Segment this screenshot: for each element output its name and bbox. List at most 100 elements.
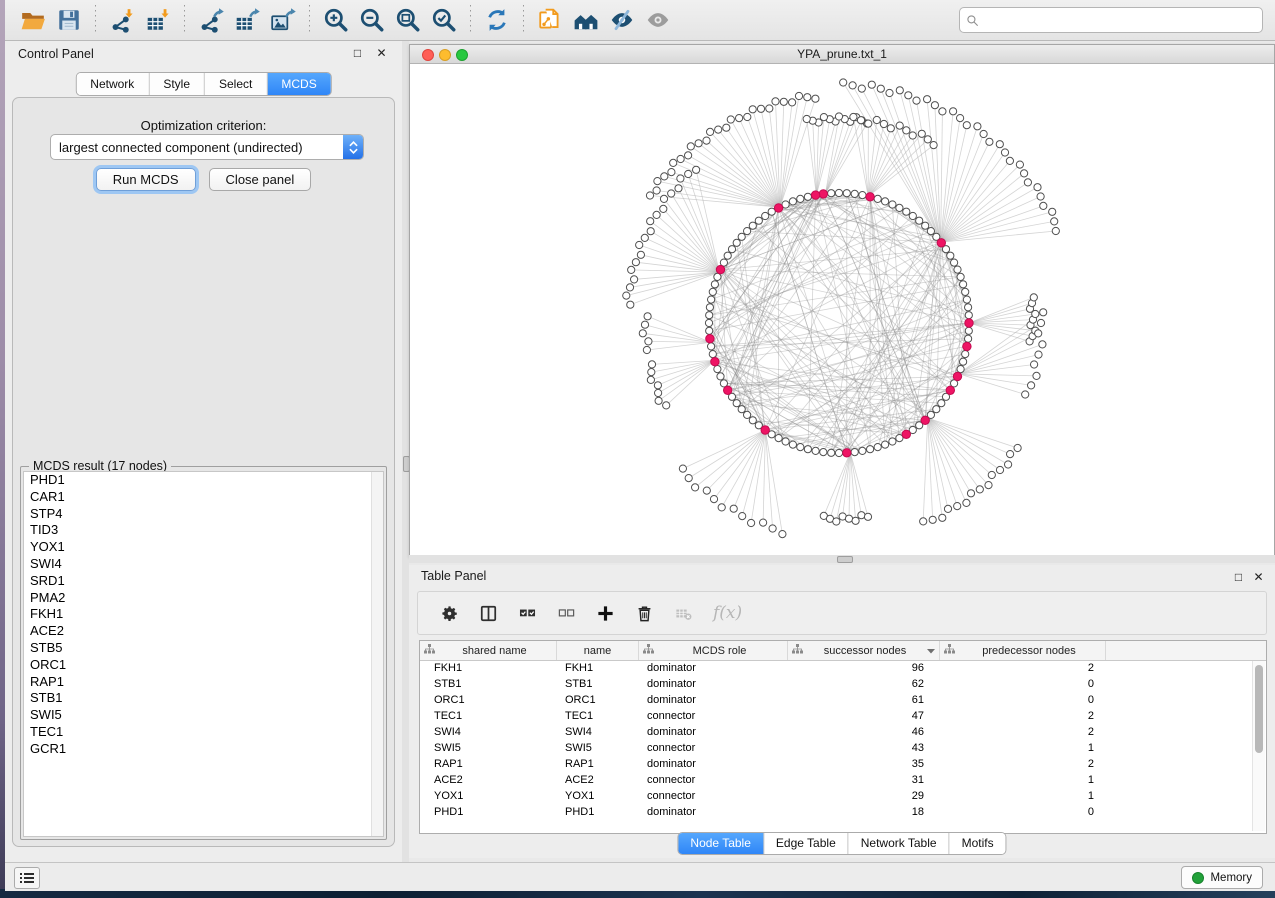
zoom-fit-button[interactable] (390, 4, 426, 36)
mcds-result-item[interactable]: FKH1 (24, 606, 383, 623)
tab-edge-table[interactable]: Edge Table (764, 833, 849, 854)
network-titlebar[interactable]: YPA_prune.txt_1 (410, 45, 1274, 64)
zoom-in-button[interactable] (318, 4, 354, 36)
close-panel-icon[interactable]: ✕ (375, 47, 388, 60)
cell-name: YOX1 (557, 789, 639, 805)
table-row[interactable]: STB1STB1dominator620 (420, 677, 1266, 693)
mcds-result-item[interactable]: SRD1 (24, 573, 383, 590)
cell-shared-name: FKH1 (420, 661, 557, 677)
column-label: successor nodes (805, 645, 925, 657)
table-scrollbar[interactable] (1252, 661, 1265, 831)
table-row[interactable]: ACE2ACE2connector311 (420, 773, 1266, 789)
tab-network[interactable]: Network (76, 73, 149, 95)
close-panel-button[interactable]: Close panel (209, 168, 312, 191)
column-header-MCDS-role[interactable]: MCDS role (639, 641, 788, 660)
table-row[interactable]: FKH1FKH1dominator962 (420, 661, 1266, 677)
cell-predecessor-nodes: 2 (940, 757, 1106, 773)
cell-successor-nodes: 46 (788, 725, 940, 741)
scrollbar-thumb[interactable] (1255, 665, 1263, 753)
column-header-name[interactable]: name (557, 641, 639, 660)
mcds-result-item[interactable]: TID3 (24, 522, 383, 539)
table-row[interactable]: ORC1ORC1dominator610 (420, 693, 1266, 709)
zoom-out-icon (359, 7, 385, 33)
zoom-selected-button[interactable] (426, 4, 462, 36)
cell-shared-name: ORC1 (420, 693, 557, 709)
close-panel-icon[interactable]: ✕ (1252, 571, 1265, 584)
mcds-result-item[interactable]: GCR1 (24, 741, 383, 758)
mcds-result-item[interactable]: STB1 (24, 690, 383, 707)
mcds-result-item[interactable]: ORC1 (24, 657, 383, 674)
float-panel-icon[interactable]: □ (1232, 571, 1245, 584)
delete-button[interactable] (635, 604, 654, 623)
cell-name: TEC1 (557, 709, 639, 725)
status-bar: Memory (5, 862, 1275, 891)
horizontal-splitter[interactable] (409, 555, 1275, 563)
tab-mcds[interactable]: MCDS (267, 73, 330, 95)
tab-select[interactable]: Select (205, 73, 267, 95)
export-image-button[interactable] (265, 4, 301, 36)
table-row[interactable]: TEC1TEC1connector472 (420, 709, 1266, 725)
cell-name: SWI5 (557, 741, 639, 757)
column-label: shared name (437, 645, 552, 657)
column-header-shared-name[interactable]: shared name (420, 641, 557, 660)
mcds-result-item[interactable]: STB5 (24, 640, 383, 657)
gear-button[interactable] (440, 604, 459, 623)
vertical-splitter[interactable] (402, 41, 409, 862)
mcds-result-item[interactable]: ACE2 (24, 623, 383, 640)
column-header-predecessor-nodes[interactable]: predecessor nodes (940, 641, 1106, 660)
result-scrollbar[interactable] (371, 472, 383, 836)
show-hidden-button[interactable] (640, 4, 676, 36)
float-panel-icon[interactable]: □ (351, 47, 364, 60)
export-table-button[interactable] (229, 4, 265, 36)
mcds-result-list[interactable]: PHD1CAR1STP4TID3YOX1SWI4SRD1PMA2FKH1ACE2… (23, 471, 384, 837)
tab-node-table[interactable]: Node Table (678, 833, 764, 854)
clone-network-button[interactable] (532, 4, 568, 36)
cell-MCDS-role: dominator (639, 677, 788, 693)
export-network-button[interactable] (193, 4, 229, 36)
network-canvas[interactable] (410, 64, 1274, 555)
table-row[interactable]: RAP1RAP1dominator352 (420, 757, 1266, 773)
tab-network-table[interactable]: Network Table (849, 833, 950, 854)
hide-selected-button[interactable] (604, 4, 640, 36)
deselect-all-button[interactable] (557, 604, 576, 623)
run-mcds-button[interactable]: Run MCDS (96, 168, 196, 191)
cell-name: PHD1 (557, 805, 639, 821)
select-all-button[interactable] (518, 604, 537, 623)
search-input[interactable] (984, 12, 1256, 28)
mcds-result-item[interactable]: SWI5 (24, 707, 383, 724)
mcds-result-item[interactable]: YOX1 (24, 539, 383, 556)
table-row[interactable]: YOX1YOX1connector291 (420, 789, 1266, 805)
memory-button[interactable]: Memory (1181, 866, 1263, 889)
zoom-out-button[interactable] (354, 4, 390, 36)
first-neighbors-button[interactable] (568, 4, 604, 36)
mcds-result-item[interactable]: PMA2 (24, 590, 383, 607)
search-box[interactable] (959, 7, 1263, 33)
cell-predecessor-nodes: 0 (940, 677, 1106, 693)
import-network-button[interactable] (104, 4, 140, 36)
table-row[interactable]: PHD1PHD1dominator180 (420, 805, 1266, 821)
splitter-grip[interactable] (837, 556, 853, 563)
column-header-successor-nodes[interactable]: successor nodes (788, 641, 940, 660)
mcds-result-item[interactable]: TEC1 (24, 724, 383, 741)
mcds-result-item[interactable]: PHD1 (24, 472, 383, 489)
refresh-view-button[interactable] (479, 4, 515, 36)
control-panel-header: Control Panel □ ✕ (5, 41, 402, 67)
columns-button[interactable] (479, 604, 498, 623)
mcds-result-item[interactable]: CAR1 (24, 489, 383, 506)
table-row[interactable]: SWI4SWI4dominator462 (420, 725, 1266, 741)
mcds-result-item[interactable]: SWI4 (24, 556, 383, 573)
import-network-icon (109, 7, 135, 33)
table-row[interactable]: SWI5SWI5connector431 (420, 741, 1266, 757)
import-table-icon (145, 7, 171, 33)
add-column-button[interactable] (596, 604, 615, 623)
task-history-button[interactable] (14, 867, 40, 889)
criterion-dropdown[interactable]: largest connected component (undirected) (50, 134, 364, 160)
tab-motifs[interactable]: Motifs (950, 833, 1006, 854)
import-table-button[interactable] (140, 4, 176, 36)
save-session-button[interactable] (51, 4, 87, 36)
open-session-button[interactable] (15, 4, 51, 36)
tab-style[interactable]: Style (149, 73, 205, 95)
mcds-result-item[interactable]: STP4 (24, 506, 383, 523)
criterion-value: largest connected component (undirected) (51, 140, 343, 155)
mcds-result-item[interactable]: RAP1 (24, 674, 383, 691)
